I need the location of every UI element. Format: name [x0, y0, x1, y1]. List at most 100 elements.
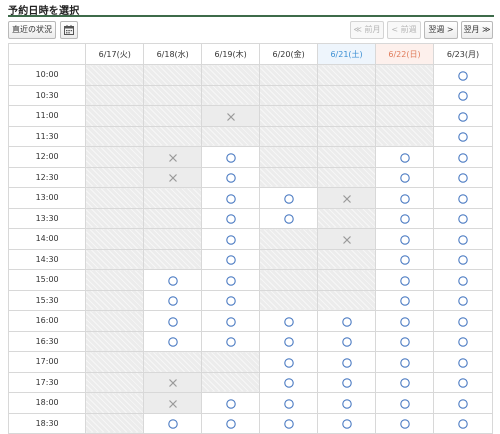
slot-available[interactable] — [143, 330, 203, 352]
prev-week-button[interactable]: < 前週 — [387, 21, 421, 39]
slot-available[interactable] — [432, 412, 494, 434]
slot-available[interactable] — [432, 392, 494, 414]
time-label: 18:30 — [7, 412, 87, 434]
slot-closed — [375, 105, 434, 127]
slot-available[interactable] — [201, 269, 261, 291]
available-circle-icon — [458, 419, 468, 429]
slot-available[interactable] — [432, 269, 494, 291]
slot-closed — [259, 269, 319, 291]
slot-available[interactable] — [375, 330, 434, 352]
slot-available[interactable] — [432, 64, 494, 86]
slot-closed — [85, 187, 145, 209]
slot-closed — [375, 84, 434, 106]
full-cross-icon — [226, 112, 236, 122]
next-month-button[interactable]: 翌月 ≫ — [461, 21, 493, 39]
available-circle-icon — [399, 399, 410, 409]
slot-closed — [201, 125, 261, 147]
slot-available[interactable] — [432, 146, 494, 168]
slot-closed — [143, 105, 203, 127]
slot-available[interactable] — [201, 207, 261, 229]
slot-available[interactable] — [317, 310, 377, 332]
available-circle-icon — [399, 194, 410, 204]
slot-available[interactable] — [143, 289, 203, 311]
slot-available[interactable] — [317, 351, 377, 373]
available-circle-icon — [167, 337, 178, 347]
slot-available[interactable] — [317, 330, 377, 352]
slot-available[interactable] — [375, 228, 434, 250]
slot-available[interactable] — [201, 289, 261, 311]
slot-available[interactable] — [259, 351, 319, 373]
slot-available[interactable] — [201, 412, 261, 434]
slot-available[interactable] — [432, 310, 494, 332]
time-slot-row: 15:30 — [7, 289, 494, 311]
slot-available[interactable] — [259, 207, 319, 229]
slot-available[interactable] — [201, 166, 261, 188]
slot-closed — [85, 392, 145, 414]
slot-available[interactable] — [201, 330, 261, 352]
available-circle-icon — [283, 337, 294, 347]
slot-available[interactable] — [143, 310, 203, 332]
slot-available[interactable] — [432, 125, 494, 147]
slot-available[interactable] — [375, 207, 434, 229]
available-circle-icon — [399, 317, 410, 327]
slot-available[interactable] — [375, 248, 434, 270]
slot-closed — [85, 125, 145, 147]
slot-available[interactable] — [259, 330, 319, 352]
slot-available[interactable] — [432, 207, 494, 229]
slot-available[interactable] — [375, 269, 434, 291]
slot-closed — [259, 84, 319, 106]
slot-available[interactable] — [201, 248, 261, 270]
slot-available[interactable] — [432, 289, 494, 311]
slot-available[interactable] — [375, 289, 434, 311]
slot-available[interactable] — [201, 187, 261, 209]
prev-month-button[interactable]: ≪ 前月 — [350, 21, 384, 39]
recent-status-button[interactable]: 直近の状況 — [8, 21, 56, 39]
slot-available[interactable] — [375, 146, 434, 168]
slot-available[interactable] — [317, 371, 377, 393]
time-label: 13:30 — [7, 207, 87, 229]
available-circle-icon — [225, 337, 236, 347]
slot-available[interactable] — [375, 187, 434, 209]
slot-available[interactable] — [432, 351, 494, 373]
slot-available[interactable] — [375, 412, 434, 434]
slot-available[interactable] — [143, 412, 203, 434]
full-cross-icon — [342, 235, 352, 245]
slot-available[interactable] — [432, 84, 494, 106]
slot-available[interactable] — [201, 310, 261, 332]
slot-available[interactable] — [375, 166, 434, 188]
slot-available[interactable] — [432, 330, 494, 352]
slot-available[interactable] — [317, 412, 377, 434]
slot-available[interactable] — [259, 187, 319, 209]
slot-available[interactable] — [375, 371, 434, 393]
slot-available[interactable] — [201, 392, 261, 414]
slot-available[interactable] — [432, 248, 494, 270]
slot-available[interactable] — [201, 228, 261, 250]
available-circle-icon — [458, 173, 468, 183]
day-header-saturday: 6/21(土) — [317, 43, 377, 65]
slot-available[interactable] — [143, 269, 203, 291]
slot-available[interactable] — [432, 371, 494, 393]
available-circle-icon — [283, 419, 294, 429]
time-label: 12:00 — [7, 146, 87, 168]
slot-available[interactable] — [317, 392, 377, 414]
slot-available[interactable] — [432, 105, 494, 127]
time-slot-row: 17:30 — [7, 371, 494, 393]
slot-available[interactable] — [375, 392, 434, 414]
slot-available[interactable] — [432, 228, 494, 250]
slot-available[interactable] — [375, 310, 434, 332]
slot-available[interactable] — [375, 351, 434, 373]
slot-closed — [317, 105, 377, 127]
slot-available[interactable] — [201, 146, 261, 168]
next-week-button[interactable]: 翌週 > — [424, 21, 458, 39]
calendar-button[interactable] — [60, 21, 78, 39]
slot-available[interactable] — [432, 166, 494, 188]
day-header-sunday: 6/22(日) — [375, 43, 434, 65]
slot-available[interactable] — [259, 310, 319, 332]
available-circle-icon — [458, 132, 468, 142]
slot-closed — [85, 310, 145, 332]
slot-available[interactable] — [259, 412, 319, 434]
slot-available[interactable] — [432, 187, 494, 209]
slot-available[interactable] — [259, 392, 319, 414]
slot-available[interactable] — [259, 371, 319, 393]
available-circle-icon — [341, 358, 352, 368]
